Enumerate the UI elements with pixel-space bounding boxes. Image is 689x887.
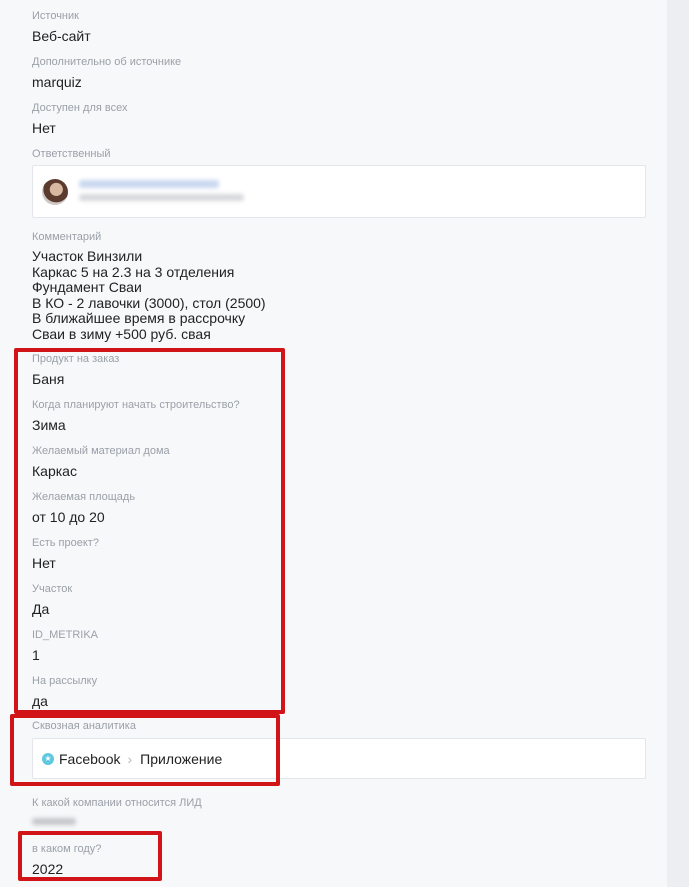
field-label: Участок <box>32 583 73 595</box>
field-plot: Участок Да <box>32 583 72 617</box>
field-label: Продукт на заказ <box>32 353 120 365</box>
analytics-source[interactable]: Facebook <box>59 751 120 767</box>
comment-line: В ближайшее время в рассрочку <box>32 310 246 326</box>
scrollbar[interactable] <box>667 0 689 887</box>
field-value[interactable]: от 10 до 20 <box>32 509 135 525</box>
analytics-chain: ★ Facebook › Приложение <box>42 751 222 767</box>
comment-line: Участок Винзили <box>32 248 143 264</box>
field-value[interactable]: Веб-сайт <box>32 28 91 44</box>
field-value[interactable]: 2022 <box>32 861 101 877</box>
field-available-all: Доступен для всех Нет <box>32 102 128 136</box>
comment-line: Сваи в зиму +500 руб. свая <box>32 325 211 342</box>
field-value[interactable]: marquiz <box>32 74 181 90</box>
field-analytics: Сквозная аналитика <box>32 720 136 733</box>
field-label: Ответственный <box>32 148 111 160</box>
field-label: Источник <box>32 10 79 22</box>
comment-text[interactable]: Участок Винзили Каркас 5 на 2.3 на 3 отд… <box>32 248 266 342</box>
field-label: Желаемый материал дома <box>32 445 170 457</box>
field-start-build: Когда планируют начать строительство? Зи… <box>32 399 240 433</box>
analytics-box[interactable]: ★ Facebook › Приложение <box>32 738 646 779</box>
field-value[interactable]: Нет <box>32 120 128 136</box>
analytics-channel[interactable]: Приложение <box>140 751 222 767</box>
comment-line: Фундамент Сваи <box>32 279 142 295</box>
field-label: К какой компании относится ЛИД <box>32 797 202 809</box>
field-responsible: Ответственный <box>32 148 111 161</box>
field-label: Комментарий <box>32 231 102 243</box>
field-value[interactable]: Зима <box>32 417 240 433</box>
field-label: На рассылку <box>32 675 98 687</box>
field-value[interactable]: Баня <box>32 371 119 387</box>
field-value[interactable]: Каркас <box>32 463 170 479</box>
field-value[interactable]: Да <box>32 601 72 617</box>
responsible-name-redacted <box>79 180 219 188</box>
field-source: Источник Веб-сайт <box>32 10 91 44</box>
field-year: в каком году? 2022 <box>32 843 101 877</box>
field-value[interactable]: Нет <box>32 555 99 571</box>
avatar <box>42 179 68 205</box>
company-value-redacted <box>32 818 76 825</box>
field-area: Желаемая площадь от 10 до 20 <box>32 491 135 525</box>
field-metrika: ID_METRIKA 1 <box>32 629 98 663</box>
field-label: в каком году? <box>32 843 102 855</box>
field-label: ID_METRIKA <box>32 629 99 641</box>
field-product: Продукт на заказ Баня <box>32 353 119 387</box>
field-mailing: На рассылку да <box>32 675 97 709</box>
field-label: Дополнительно об источнике <box>32 56 182 68</box>
chevron-right-icon: › <box>127 751 133 767</box>
field-label: Когда планируют начать строительство? <box>32 399 240 411</box>
responsible-email-redacted <box>79 194 244 201</box>
field-value[interactable]: 1 <box>32 647 98 663</box>
field-label: Доступен для всех <box>32 102 128 114</box>
field-project: Есть проект? Нет <box>32 537 99 571</box>
field-source-extra: Дополнительно об источнике marquiz <box>32 56 181 90</box>
field-label: Сквозная аналитика <box>32 720 136 732</box>
responsible-user-card[interactable] <box>32 165 646 218</box>
comment-line: Каркас 5 на 2.3 на 3 отделения <box>32 263 235 280</box>
field-label: Есть проект? <box>32 537 99 549</box>
field-value[interactable]: да <box>32 693 97 709</box>
star-icon: ★ <box>42 753 54 765</box>
field-comment: Комментарий Участок Винзили Каркас 5 на … <box>32 231 266 342</box>
field-label: Желаемая площадь <box>32 491 136 503</box>
comment-line: В КО - 2 лавочки (3000), стол (2500) <box>32 294 266 311</box>
field-company: К какой компании относится ЛИД <box>32 797 202 810</box>
field-material: Желаемый материал дома Каркас <box>32 445 170 479</box>
